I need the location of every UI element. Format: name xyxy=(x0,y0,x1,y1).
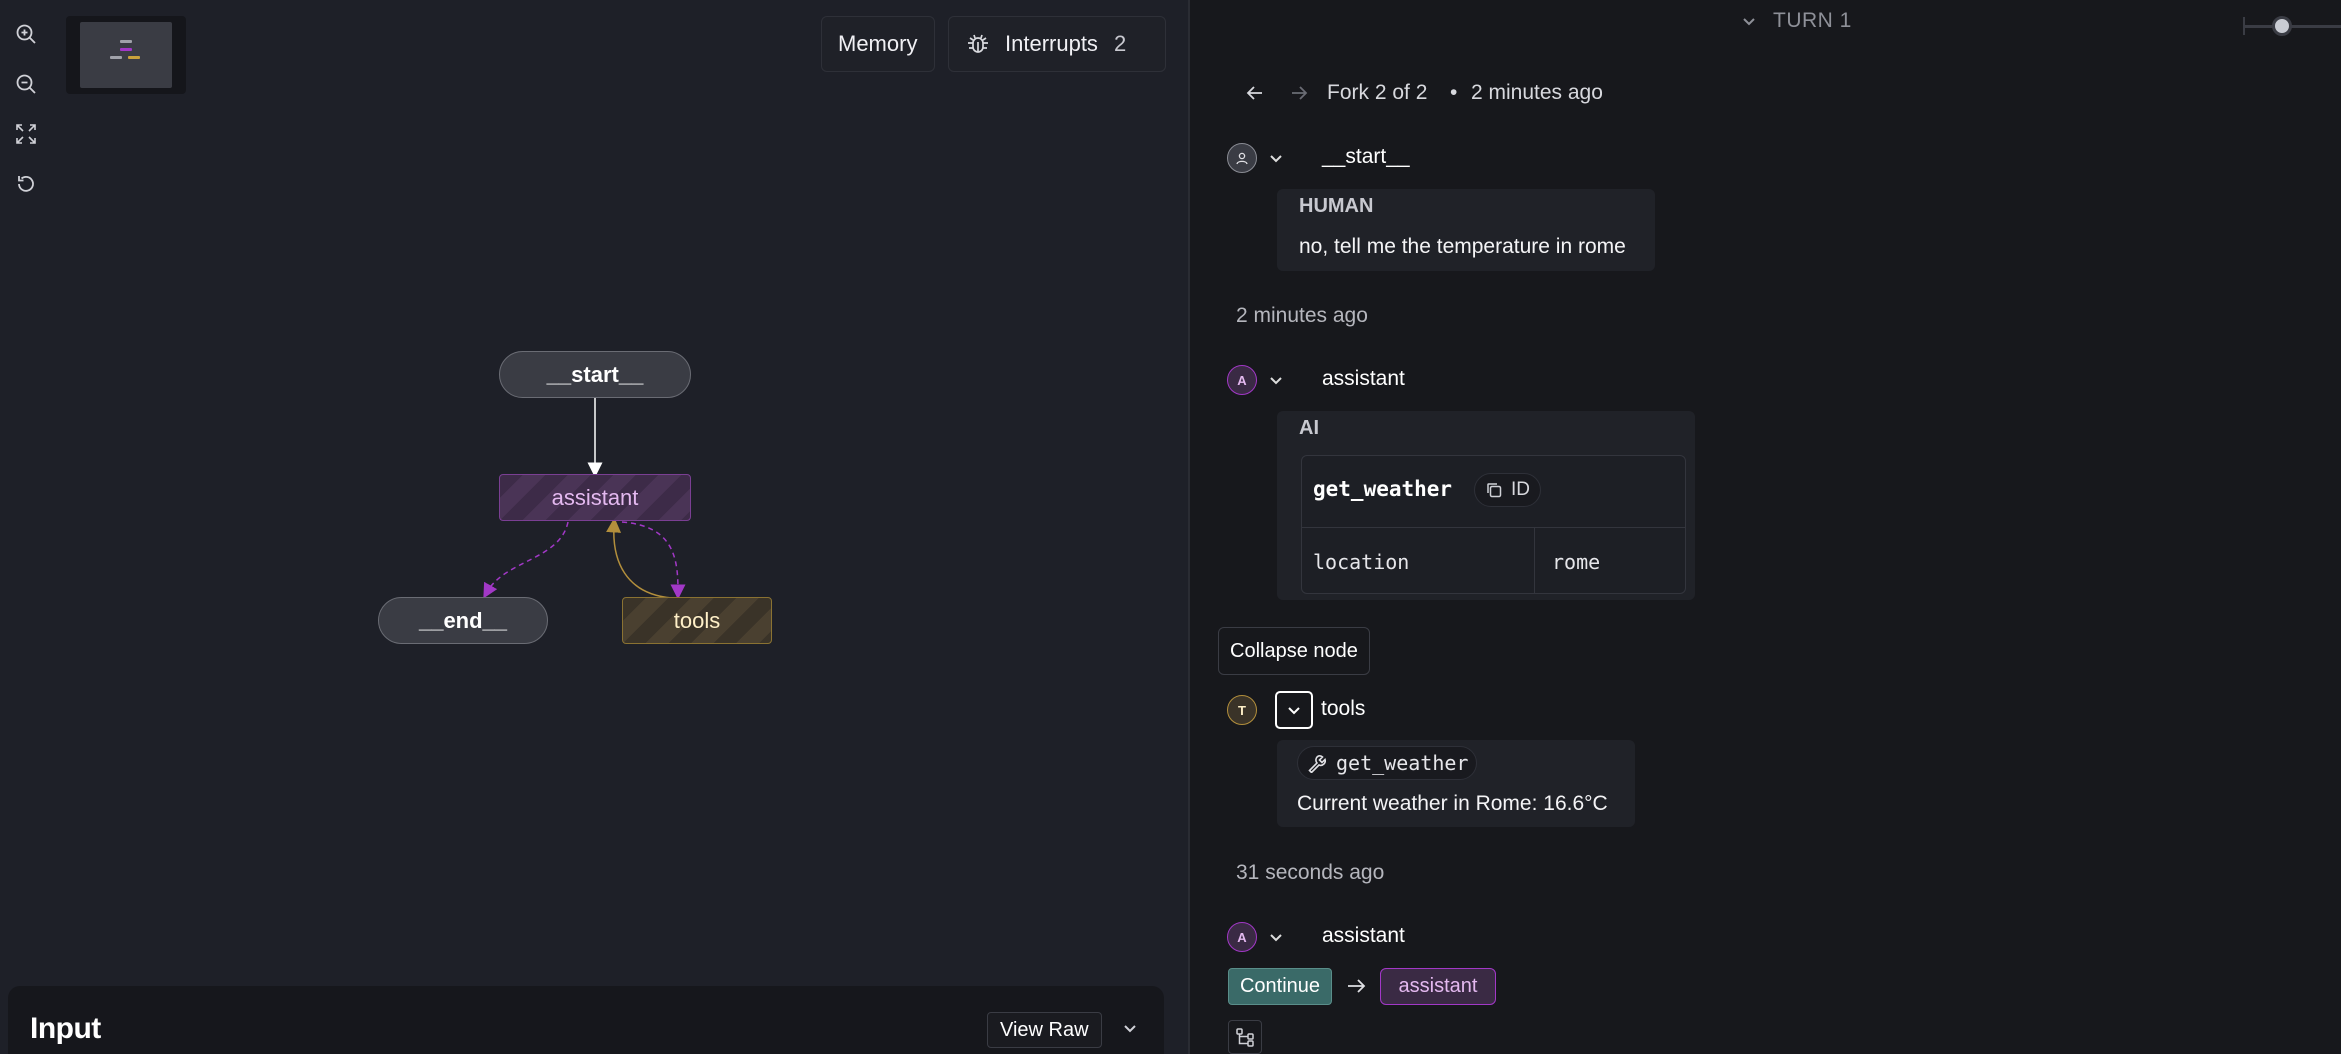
wrench-icon xyxy=(1306,753,1326,773)
turn-slider-thumb[interactable] xyxy=(2272,16,2292,36)
graph-node-tools-label: tools xyxy=(673,607,721,633)
step-tools-timestamp: 31 seconds ago xyxy=(1236,861,1385,884)
tool-call-name: get_weather xyxy=(1313,477,1453,501)
assistant-avatar-icon: A xyxy=(1227,922,1257,952)
thread-panel: TURN 1 Fork 2 of 2 • 2 minutes ago __sta… xyxy=(1190,0,2341,1054)
tools-avatar-icon: T xyxy=(1227,695,1257,725)
assistant-avatar-letter: A xyxy=(1237,929,1247,945)
step-start-timestamp: 2 minutes ago xyxy=(1236,304,1368,327)
step-tools-node-name: tools xyxy=(1321,697,1366,720)
collapse-node-button[interactable] xyxy=(1275,691,1313,729)
tool-arg-value: rome xyxy=(1552,550,1601,574)
arrow-right-icon[interactable] xyxy=(1288,82,1310,104)
human-message-card: HUMAN no, tell me the temperature in rom… xyxy=(1277,189,1655,271)
human-role-label: HUMAN xyxy=(1299,195,1374,217)
tool-name-label: get_weather xyxy=(1336,751,1469,775)
fork-separator: • xyxy=(1450,81,1458,104)
graph-node-assistant[interactable]: assistant xyxy=(499,474,691,521)
human-message-text: no, tell me the temperature in rome xyxy=(1299,235,1626,258)
tool-call-divider xyxy=(1302,527,1685,528)
graph-node-end-label: __end__ xyxy=(418,607,508,633)
user-avatar-icon xyxy=(1227,143,1257,173)
tool-call-block: get_weather ID location rome xyxy=(1301,455,1686,594)
chevron-down-icon xyxy=(1286,702,1302,718)
continue-button[interactable]: Continue xyxy=(1228,968,1332,1005)
graph-node-end[interactable]: __end__ xyxy=(378,597,548,644)
arrow-left-icon[interactable] xyxy=(1244,82,1266,104)
graph-node-start[interactable]: __start__ xyxy=(499,351,691,398)
graph-node-start-label: __start__ xyxy=(546,361,644,387)
turn-chevron-icon[interactable] xyxy=(1738,10,1760,32)
branch-icon[interactable] xyxy=(1228,1020,1262,1054)
copy-id-label: ID xyxy=(1511,479,1530,500)
chevron-down-icon[interactable] xyxy=(1265,369,1287,391)
chevron-down-icon[interactable] xyxy=(1265,926,1287,948)
turn-slider-tick-start xyxy=(2243,17,2245,35)
step-assistant-node-name: assistant xyxy=(1322,367,1405,390)
fork-time: 2 minutes ago xyxy=(1471,81,1603,104)
fork-label: Fork 2 of 2 xyxy=(1327,81,1428,104)
graph-node-assistant-label: assistant xyxy=(551,484,639,510)
tool-arg-key: location xyxy=(1313,550,1410,574)
ai-message-card: AI get_weather ID location rome xyxy=(1277,411,1695,600)
chevron-down-icon[interactable] xyxy=(1265,147,1287,169)
step-assistant-2-node-name: assistant xyxy=(1322,924,1405,947)
tools-avatar-letter: T xyxy=(1238,702,1246,718)
edge-assistant-tools xyxy=(621,521,686,600)
input-title: Input xyxy=(30,1012,101,1045)
graph-canvas[interactable]: Memory Interrupts 2 __start__ assistant … xyxy=(0,0,1188,1054)
input-panel: Input View Raw xyxy=(8,986,1164,1054)
assistant-avatar-icon: A xyxy=(1227,365,1257,395)
collapse-node-tooltip: Collapse node xyxy=(1218,627,1370,675)
copy-icon xyxy=(1485,481,1503,499)
edge-tools-assistant xyxy=(606,517,673,599)
tool-args-column-divider xyxy=(1534,528,1535,593)
tool-name-chip: get_weather xyxy=(1297,746,1478,780)
step-start-node-name: __start__ xyxy=(1322,145,1410,168)
ai-role-label: AI xyxy=(1299,417,1319,439)
tool-result-card: get_weather Current weather in Rome: 16.… xyxy=(1277,740,1635,827)
graph-edges xyxy=(483,398,686,600)
copy-id-button[interactable]: ID xyxy=(1474,473,1541,507)
arrow-right-icon xyxy=(1345,975,1367,997)
continue-target-chip[interactable]: assistant xyxy=(1380,968,1496,1005)
turn-slider-track[interactable] xyxy=(2243,25,2341,28)
graph-node-tools[interactable]: tools xyxy=(622,597,772,644)
view-raw-button[interactable]: View Raw xyxy=(987,1012,1102,1048)
edge-assistant-end xyxy=(483,521,569,599)
turn-label: TURN 1 xyxy=(1773,9,1852,32)
assistant-avatar-letter: A xyxy=(1237,372,1247,388)
tool-result-text: Current weather in Rome: 16.6°C xyxy=(1297,792,1608,815)
chevron-down-icon[interactable] xyxy=(1120,1018,1140,1043)
